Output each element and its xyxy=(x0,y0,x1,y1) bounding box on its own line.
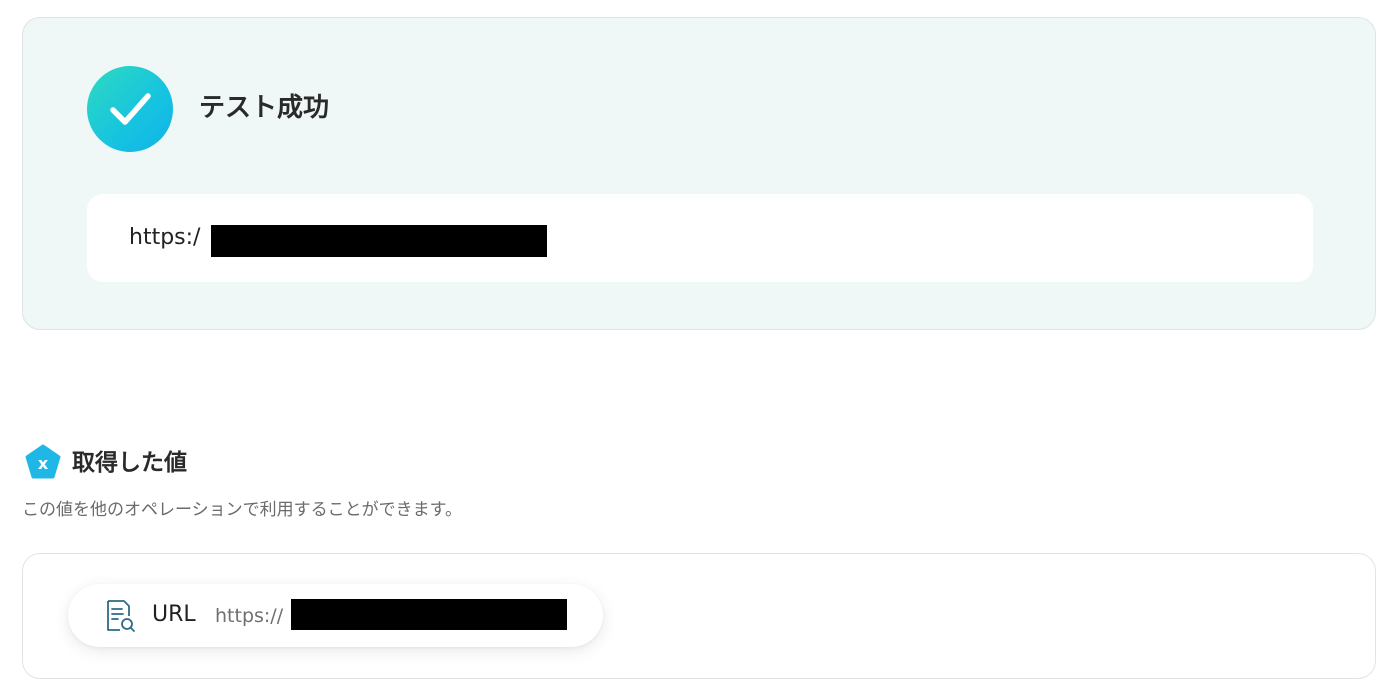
section-description: この値を他のオペレーションで利用することができます。 xyxy=(22,500,462,520)
section-title: 取得した値 xyxy=(72,450,187,476)
variable-x-icon: x xyxy=(24,444,62,482)
status-title: テスト成功 xyxy=(199,93,330,123)
test-result-panel: テスト成功 https:/ xyxy=(22,17,1376,330)
obtained-values-panel: URL https:// xyxy=(22,553,1376,679)
redacted-block xyxy=(211,225,547,257)
check-icon xyxy=(87,66,173,152)
svg-text:x: x xyxy=(38,454,49,473)
output-url-box: https:/ xyxy=(87,194,1313,282)
value-text: https:// xyxy=(215,605,284,627)
document-search-icon xyxy=(104,599,136,633)
value-chip-url[interactable]: URL https:// xyxy=(68,584,603,647)
redacted-block xyxy=(291,599,567,630)
output-url: https:/ xyxy=(129,225,201,250)
value-label: URL xyxy=(152,602,196,627)
